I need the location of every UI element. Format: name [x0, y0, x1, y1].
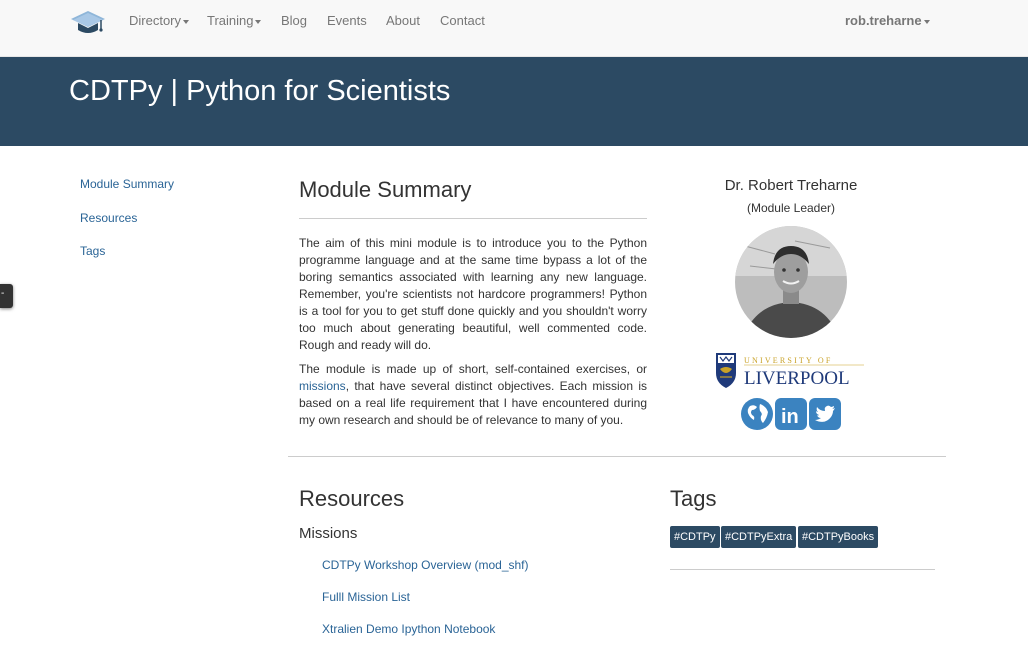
side-toggle-tab[interactable]: -: [0, 284, 13, 308]
tags-divider: [670, 569, 935, 570]
sidebar-link-module-summary[interactable]: Module Summary: [80, 177, 174, 191]
user-menu[interactable]: rob.treharne: [845, 13, 930, 28]
module-summary-heading: Module Summary: [299, 177, 472, 202]
tag-cdtpyextra[interactable]: #CDTPyExtra: [721, 526, 797, 548]
linkedin-text: in: [781, 406, 799, 428]
nav-events[interactable]: Events: [327, 13, 367, 28]
nav-about[interactable]: About: [386, 13, 420, 28]
nav-contact[interactable]: Contact: [440, 13, 485, 28]
sidebar-link-resources[interactable]: Resources: [80, 211, 137, 225]
linkedin-icon[interactable]: in: [775, 398, 807, 430]
sidebar-link-tags[interactable]: Tags: [80, 244, 105, 258]
university-name-text: LIVERPOOL: [744, 368, 850, 389]
tag-cdtpy[interactable]: #CDTPy: [670, 526, 720, 548]
resource-link-ipython-notebook[interactable]: Xtralien Demo Ipython Notebook: [322, 622, 495, 636]
page-banner: CDTPy | Python for Scientists: [0, 57, 1028, 146]
graduation-cap-icon[interactable]: [70, 8, 106, 36]
nav-training-label: Training: [207, 13, 254, 28]
leader-role: (Module Leader): [746, 201, 836, 215]
summary-paragraph-1: The aim of this mini module is to introd…: [299, 236, 647, 352]
resource-link-mission-list[interactable]: Fulll Mission List: [322, 590, 410, 604]
nav-training[interactable]: Training: [207, 13, 262, 28]
missions-heading: Missions: [299, 525, 358, 542]
twitter-icon[interactable]: [809, 398, 841, 430]
caret-down-icon: [183, 19, 190, 24]
side-toggle-glyph: -: [1, 288, 5, 299]
nav-directory-label: Directory: [129, 13, 182, 28]
divider: [299, 218, 647, 219]
university-logo: UNIVERSITY OF LIVERPOOL: [716, 353, 864, 389]
tag-cdtpybooks[interactable]: #CDTPyBooks: [798, 526, 879, 548]
resources-heading: Resources: [299, 486, 405, 511]
summary-paragraph-2-start: The module is made up of short, self-con…: [299, 362, 647, 376]
top-navbar: Directory Training Blog Events About Con…: [0, 0, 1028, 57]
tags-heading: Tags: [670, 486, 717, 511]
globe-icon[interactable]: [741, 398, 773, 430]
summary-paragraph-2: The module is made up of short, self-con…: [299, 361, 647, 429]
leader-avatar: [735, 226, 847, 338]
university-top-text: UNIVERSITY OF: [744, 356, 833, 365]
nav-directory[interactable]: Directory: [129, 13, 190, 28]
nav-blog[interactable]: Blog: [281, 13, 307, 28]
missions-link[interactable]: missions: [299, 379, 346, 393]
caret-down-icon: [923, 19, 930, 24]
section-divider: [288, 456, 946, 457]
user-name: rob.treharne: [845, 13, 922, 28]
page-title: CDTPy | Python for Scientists: [69, 75, 451, 107]
leader-name: Dr. Robert Treharne: [724, 177, 858, 194]
summary-paragraph-2-end: , that have several distinct objectives.…: [299, 379, 647, 427]
resource-link-workshop-overview[interactable]: CDTPy Workshop Overview (mod_shf): [322, 558, 529, 572]
caret-down-icon: [255, 19, 262, 24]
